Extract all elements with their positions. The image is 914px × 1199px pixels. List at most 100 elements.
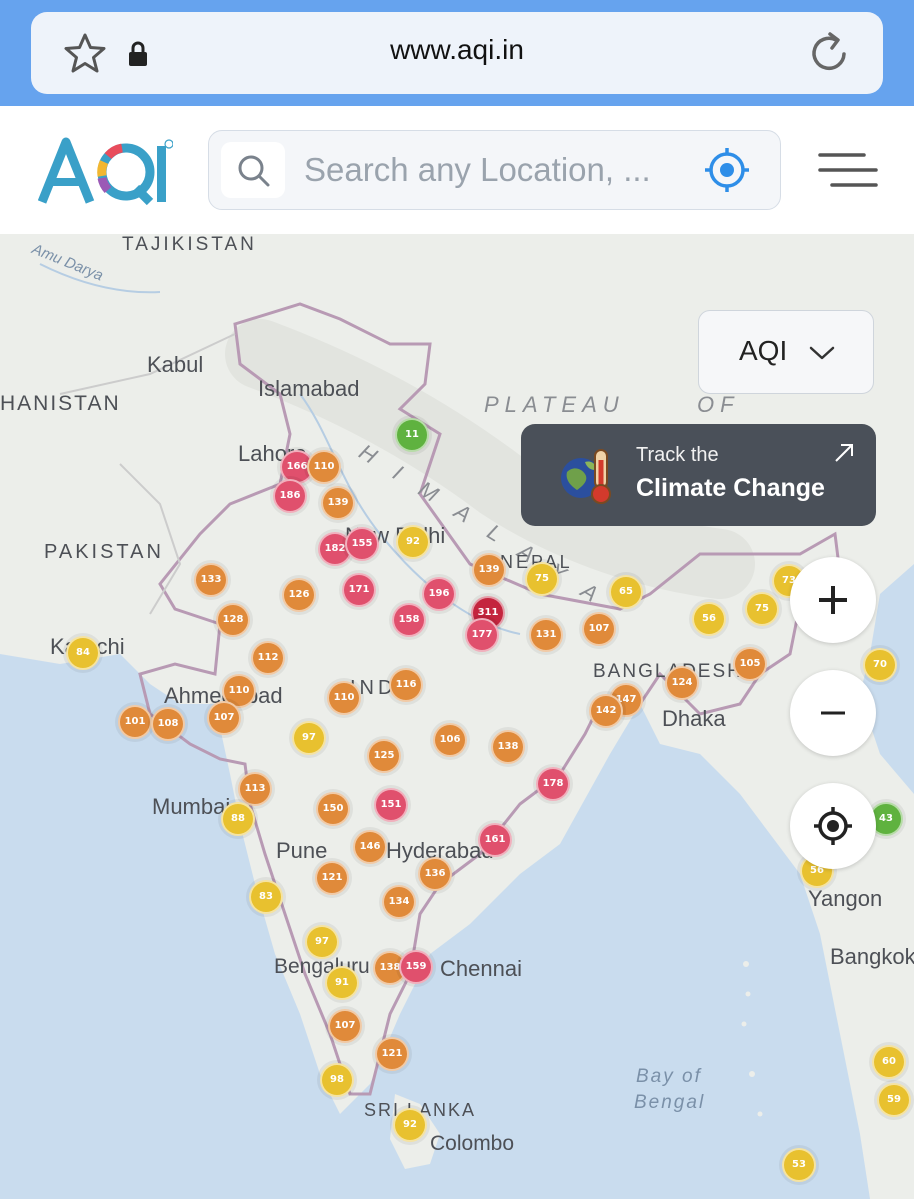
- map-label: Pune: [276, 838, 328, 863]
- aqi-marker[interactable]: 83: [249, 880, 283, 914]
- reload-icon[interactable]: [808, 30, 852, 76]
- search-icon: [238, 155, 270, 187]
- minus-icon: [821, 711, 845, 715]
- aqi-marker[interactable]: 121: [315, 861, 349, 895]
- location-search-box: [208, 130, 781, 210]
- aqi-marker[interactable]: 75: [525, 562, 559, 596]
- aqi-marker[interactable]: 75: [745, 592, 779, 626]
- climate-change-card[interactable]: Track the Climate Change: [521, 424, 876, 526]
- map-label: PLATEAU: [484, 392, 625, 417]
- aqi-marker[interactable]: 105: [733, 647, 767, 681]
- zoom-out-button[interactable]: [790, 670, 876, 756]
- aqi-logo[interactable]: [38, 136, 173, 206]
- aqi-marker[interactable]: 121: [375, 1037, 409, 1071]
- url-field[interactable]: www.aqi.in: [31, 12, 883, 94]
- aqi-marker[interactable]: 124: [665, 666, 699, 700]
- browser-address-bar: www.aqi.in: [0, 0, 914, 106]
- aqi-marker[interactable]: 138: [491, 730, 525, 764]
- aqi-marker[interactable]: 155: [345, 527, 379, 561]
- climate-card-title: Climate Change: [636, 474, 825, 502]
- aqi-marker[interactable]: 126: [282, 578, 316, 612]
- metric-dropdown[interactable]: AQI: [698, 310, 874, 394]
- url-text: www.aqi.in: [390, 34, 524, 65]
- map-label: Chennai: [440, 956, 522, 981]
- globe-thermometer-icon: [561, 449, 611, 504]
- aqi-marker[interactable]: 161: [478, 823, 512, 857]
- aqi-marker[interactable]: 106: [433, 723, 467, 757]
- map-label: Kabul: [147, 352, 204, 377]
- aqi-marker[interactable]: 92: [393, 1108, 427, 1142]
- search-input[interactable]: [304, 145, 684, 195]
- aqi-marker[interactable]: 107: [582, 612, 616, 646]
- aqi-map[interactable]: TAJIKISTAN Amu Darya Kabul HANISTAN Isla…: [0, 234, 914, 1199]
- aqi-marker[interactable]: 112: [251, 641, 285, 675]
- external-link-arrow-icon: [835, 444, 853, 462]
- aqi-marker[interactable]: 107: [207, 701, 241, 735]
- map-label: Bengal: [634, 1092, 706, 1113]
- chevron-down-icon: [809, 346, 835, 360]
- aqi-marker[interactable]: 65: [609, 575, 643, 609]
- aqi-marker[interactable]: 97: [292, 721, 326, 755]
- aqi-marker[interactable]: 113: [238, 772, 272, 806]
- map-label: Dhaka: [662, 706, 726, 731]
- aqi-marker[interactable]: 131: [529, 618, 563, 652]
- aqi-marker[interactable]: 91: [325, 966, 359, 1000]
- aqi-marker[interactable]: 146: [353, 830, 387, 864]
- aqi-marker[interactable]: 59: [877, 1083, 911, 1117]
- aqi-marker[interactable]: 116: [389, 668, 423, 702]
- aqi-marker[interactable]: 60: [872, 1045, 906, 1079]
- aqi-marker[interactable]: 101: [118, 705, 152, 739]
- aqi-marker[interactable]: 158: [392, 603, 426, 637]
- aqi-marker[interactable]: 107: [328, 1009, 362, 1043]
- aqi-marker[interactable]: 139: [321, 486, 355, 520]
- map-label: Bangkok: [830, 944, 914, 969]
- climate-card-subtitle: Track the: [636, 444, 719, 466]
- site-header: [0, 106, 914, 234]
- aqi-marker[interactable]: 70: [863, 648, 897, 682]
- map-label: Mumbai: [152, 794, 231, 819]
- map-label: PAKISTAN: [44, 541, 164, 563]
- aqi-marker[interactable]: 151: [374, 788, 408, 822]
- aqi-marker[interactable]: 53: [782, 1148, 816, 1182]
- aqi-marker[interactable]: 97: [305, 925, 339, 959]
- aqi-marker[interactable]: 88: [221, 802, 255, 836]
- map-label: Yangon: [808, 886, 883, 911]
- current-location-icon[interactable]: [703, 146, 751, 194]
- aqi-marker[interactable]: 177: [465, 618, 499, 652]
- aqi-marker[interactable]: 110: [327, 681, 361, 715]
- map-label: HANISTAN: [0, 392, 121, 415]
- aqi-marker[interactable]: 159: [399, 950, 433, 984]
- lock-icon: [129, 41, 147, 66]
- map-label: Colombo: [430, 1132, 515, 1155]
- aqi-marker[interactable]: 136: [418, 857, 452, 891]
- aqi-marker[interactable]: 139: [472, 553, 506, 587]
- aqi-marker[interactable]: 196: [422, 577, 456, 611]
- map-label: Bay of: [636, 1066, 702, 1087]
- aqi-marker[interactable]: 98: [320, 1063, 354, 1097]
- map-label: TAJIKISTAN: [122, 234, 257, 255]
- aqi-marker[interactable]: 133: [194, 563, 228, 597]
- aqi-marker[interactable]: 84: [66, 636, 100, 670]
- map-label: OF: [697, 392, 740, 417]
- aqi-marker[interactable]: 56: [692, 602, 726, 636]
- aqi-marker[interactable]: 125: [367, 739, 401, 773]
- aqi-marker[interactable]: 142: [589, 694, 623, 728]
- aqi-marker[interactable]: 92: [396, 525, 430, 559]
- aqi-marker[interactable]: 186: [273, 479, 307, 513]
- aqi-marker[interactable]: 150: [316, 792, 350, 826]
- search-button[interactable]: [221, 142, 285, 198]
- hamburger-menu-icon[interactable]: [818, 152, 878, 188]
- plus-icon: [819, 586, 847, 614]
- map-label: Islamabad: [258, 376, 360, 401]
- aqi-marker[interactable]: 11: [395, 418, 429, 452]
- bookmark-star-icon[interactable]: [63, 32, 107, 74]
- aqi-marker[interactable]: 108: [151, 707, 185, 741]
- aqi-marker[interactable]: 128: [216, 603, 250, 637]
- crosshair-icon: [814, 807, 852, 845]
- aqi-marker[interactable]: 178: [536, 767, 570, 801]
- aqi-marker[interactable]: 110: [307, 450, 341, 484]
- aqi-marker[interactable]: 171: [342, 573, 376, 607]
- locate-me-button[interactable]: [790, 783, 876, 869]
- zoom-in-button[interactable]: [790, 557, 876, 643]
- aqi-marker[interactable]: 134: [382, 885, 416, 919]
